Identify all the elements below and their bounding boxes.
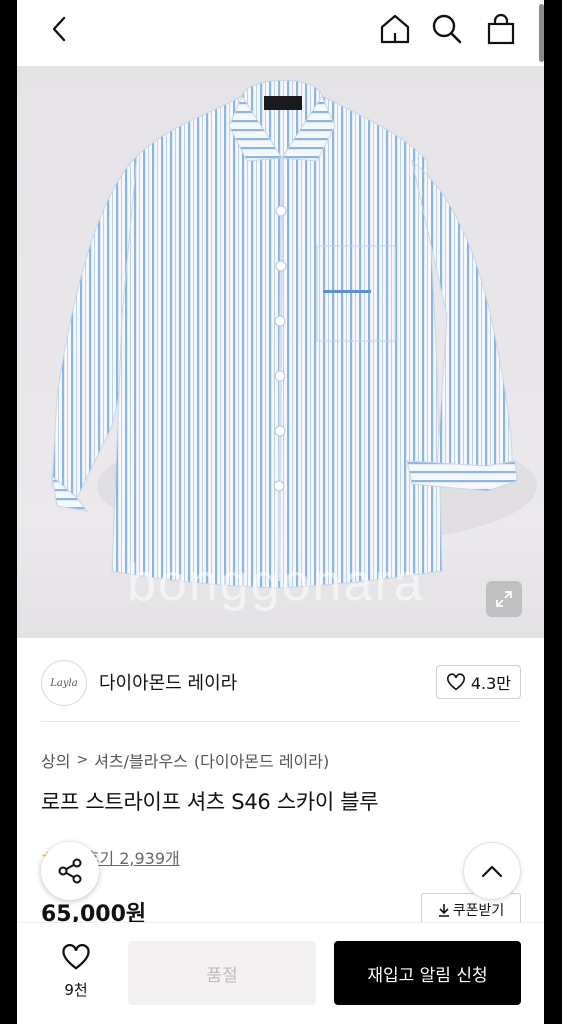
expand-image-button[interactable] [486, 581, 522, 617]
home-button[interactable] [374, 8, 416, 50]
divider [41, 721, 521, 722]
wish-count: 9천 [64, 981, 88, 999]
chevron-up-icon [481, 865, 503, 878]
review-count: 2,939개 [119, 849, 180, 868]
download-icon [438, 904, 449, 917]
breadcrumb: 상의 > 셔츠/블라우스 (다이아몬드 레이라) [41, 748, 329, 772]
brand-row[interactable]: Layla 다이아몬드 레이라 4.3만 [41, 655, 521, 711]
soldout-button: 품절 [128, 941, 316, 1005]
search-button[interactable] [426, 8, 468, 50]
top-header [17, 0, 544, 60]
brand-like-count: 4.3만 [470, 674, 511, 693]
brand-name[interactable]: 다이아몬드 레이라 [99, 669, 237, 695]
scroll-top-button[interactable] [463, 842, 521, 900]
coupon-label: 쿠폰받기 [452, 903, 505, 919]
bottom-action-bar: 9천 품절 재입고 알림 신청 [17, 922, 544, 1024]
scrollbar[interactable] [539, 4, 544, 62]
product-title: 로프 스트라이프 셔츠 S46 스카이 블루 [41, 790, 379, 814]
app-frame: bonggonara Layla 다이아몬드 레이라 4.3만 상의 > 셔츠/… [17, 0, 544, 1024]
expand-icon [496, 591, 512, 607]
review-link[interactable]: 후기 2,939개 [85, 845, 180, 869]
product-image[interactable]: bonggonara [17, 66, 544, 638]
home-icon [380, 14, 410, 44]
back-icon [52, 16, 66, 42]
share-icon [58, 858, 82, 884]
brand-like-button[interactable]: 4.3만 [435, 665, 521, 699]
breadcrumb-category[interactable]: 상의 [41, 748, 70, 772]
cart-button[interactable] [480, 8, 522, 50]
brand-logo[interactable]: Layla [41, 660, 87, 706]
breadcrumb-subcategory[interactable]: 셔츠/블라우스 [94, 748, 188, 772]
breadcrumb-brand[interactable]: (다이아몬드 레이라) [194, 748, 329, 772]
shopping-bag-icon [487, 13, 515, 45]
watermark-text: bonggonara [127, 554, 425, 612]
back-button[interactable] [39, 8, 81, 50]
restock-notify-button[interactable]: 재입고 알림 신청 [334, 941, 521, 1005]
search-icon [432, 14, 462, 44]
heart-icon [446, 673, 465, 691]
chevron-right-icon: > [76, 752, 89, 768]
share-button[interactable] [41, 842, 99, 900]
wish-button[interactable]: 9천 [55, 943, 97, 1000]
heart-icon [62, 944, 90, 970]
